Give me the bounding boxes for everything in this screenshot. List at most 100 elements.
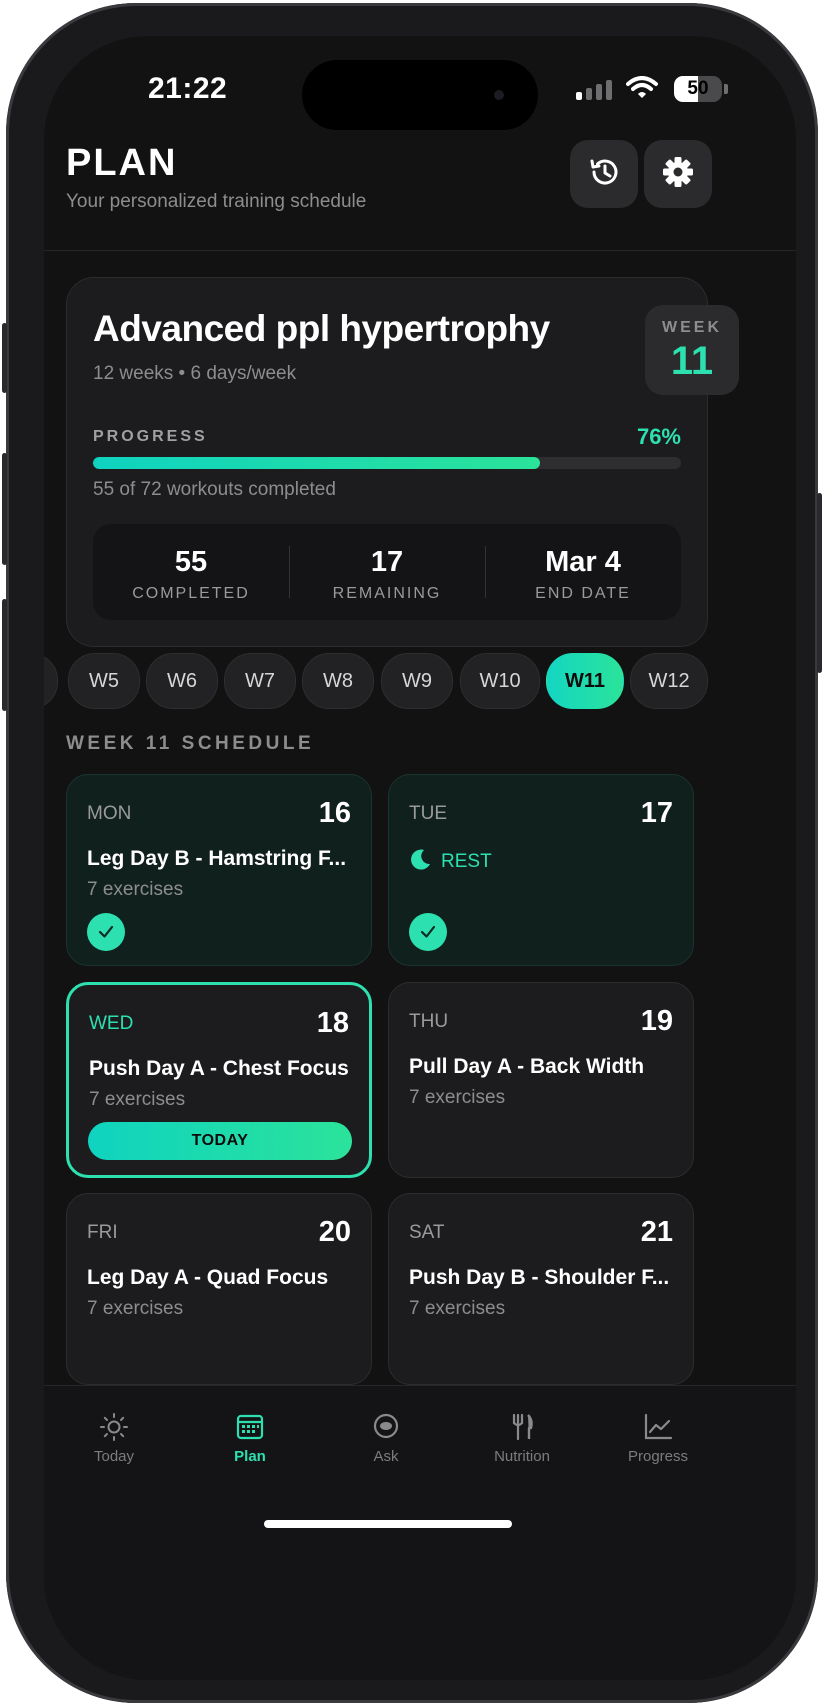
chat-icon	[326, 1410, 446, 1444]
week-chip-w8[interactable]: W8	[302, 653, 374, 709]
day-name: WED	[89, 1013, 134, 1034]
workout-name: Push Day B - Shoulder F...	[409, 1266, 670, 1289]
utensils-icon	[462, 1410, 582, 1444]
schedule-heading: WEEK 11 SCHEDULE	[66, 733, 315, 754]
stat-label: COMPLETED	[132, 585, 250, 602]
stat-remaining: 17 REMAINING	[289, 524, 485, 620]
history-button[interactable]	[570, 140, 638, 208]
tab-nutrition[interactable]: Nutrition	[462, 1410, 582, 1465]
week-chip-w9[interactable]: W9	[381, 653, 453, 709]
exercise-count: 7 exercises	[409, 1087, 506, 1108]
battery-level: 50	[687, 78, 709, 99]
battery-cap	[724, 84, 728, 94]
day-name: TUE	[409, 803, 447, 824]
day-date: 17	[640, 797, 673, 829]
day-card-sat[interactable]: SAT 21 Push Day B - Shoulder F... 7 exer…	[388, 1193, 694, 1385]
check-icon	[409, 913, 447, 951]
workout-name: Leg Day A - Quad Focus	[87, 1266, 329, 1289]
stat-completed: 55 COMPLETED	[93, 524, 289, 620]
today-button[interactable]: TODAY	[88, 1122, 352, 1160]
day-date: 18	[316, 1007, 349, 1039]
tab-label: Plan	[234, 1448, 266, 1465]
moon-icon	[409, 847, 433, 877]
volume-up-button	[2, 453, 7, 565]
mute-switch	[2, 323, 7, 393]
camera	[494, 90, 504, 100]
plan-meta: 12 weeks • 6 days/week	[93, 363, 297, 384]
week-chip-w11[interactable]: W11	[546, 653, 624, 709]
tab-label: Nutrition	[494, 1448, 550, 1465]
week-number: 11	[670, 339, 714, 383]
day-card-mon[interactable]: MON 16 Leg Day B - Hamstring F... 7 exer…	[66, 774, 372, 966]
progress-bar	[93, 457, 681, 469]
home-indicator[interactable]	[264, 1520, 512, 1528]
battery-icon: 50	[674, 76, 722, 102]
stat-label: END DATE	[535, 585, 631, 602]
sun-icon	[54, 1410, 174, 1444]
week-chip-w12[interactable]: W12	[630, 653, 708, 709]
phone-frame: 21:22 50 PLAN Your personalized training…	[2, 3, 822, 1703]
exercise-count: 7 exercises	[409, 1298, 506, 1319]
power-button	[817, 493, 822, 673]
tab-label: Progress	[627, 1448, 689, 1465]
day-name: THU	[409, 1011, 449, 1032]
stat-value: 55	[174, 546, 208, 578]
calendar-icon	[190, 1410, 310, 1444]
rest-indicator: REST	[409, 847, 492, 877]
chart-icon	[598, 1410, 718, 1444]
header-divider	[44, 250, 796, 251]
exercise-count: 7 exercises	[89, 1089, 186, 1110]
tab-today[interactable]: Today	[54, 1410, 174, 1465]
week-chip-w7[interactable]: W7	[224, 653, 296, 709]
stat-value: 17	[370, 546, 404, 578]
page-subtitle: Your personalized training schedule	[66, 191, 367, 212]
signal-icon	[576, 80, 612, 100]
exercise-count: 7 exercises	[87, 1298, 184, 1319]
day-card-wed[interactable]: WED 18 Push Day A - Chest Focus 7 exerci…	[66, 982, 372, 1178]
check-icon	[87, 913, 125, 951]
tab-progress[interactable]: Progress	[598, 1410, 718, 1465]
progress-percent: 76%	[636, 424, 681, 449]
week-selector[interactable]: W5 W6 W7 W8 W9 W10 W11 W12	[44, 653, 796, 709]
plan-card: Advanced ppl hypertrophy 12 weeks • 6 da…	[66, 277, 739, 647]
wifi-icon	[626, 76, 658, 105]
status-time: 21:22	[148, 72, 228, 105]
workout-name: Leg Day B - Hamstring F...	[87, 847, 347, 870]
day-date: 16	[318, 797, 351, 829]
day-card-tue[interactable]: TUE 17 REST	[388, 774, 694, 966]
week-chip-w10[interactable]: W10	[460, 653, 540, 709]
volume-down-button	[2, 599, 7, 711]
tab-plan[interactable]: Plan	[190, 1410, 310, 1465]
page-title: PLAN	[66, 142, 178, 184]
day-date: 20	[318, 1216, 351, 1248]
day-card-thu[interactable]: THU 19 Pull Day A - Back Width 7 exercis…	[388, 982, 694, 1178]
tab-label: Today	[93, 1448, 135, 1465]
progress-bar-fill	[93, 457, 540, 469]
tab-bar: Today Plan Ask Nutrition Progress	[44, 1385, 796, 1680]
progress-label: PROGRESS	[93, 428, 208, 445]
stat-end-date: Mar 4 END DATE	[485, 524, 681, 620]
plan-stats: 55 COMPLETED 17 REMAINING Mar 4 END DATE	[93, 524, 681, 620]
gear-icon	[661, 155, 695, 194]
plan-name: Advanced ppl hypertrophy	[93, 308, 550, 349]
day-name: FRI	[87, 1222, 118, 1243]
day-card-fri[interactable]: FRI 20 Leg Day A - Quad Focus 7 exercise…	[66, 1193, 372, 1385]
workout-name: Pull Day A - Back Width	[409, 1055, 645, 1078]
rest-label: REST	[441, 851, 492, 872]
day-date: 19	[640, 1005, 673, 1037]
week-chip-w5[interactable]: W5	[68, 653, 140, 709]
week-chip-w6[interactable]: W6	[146, 653, 218, 709]
day-name: SAT	[409, 1222, 445, 1243]
tab-ask[interactable]: Ask	[326, 1410, 446, 1465]
day-date: 21	[640, 1216, 673, 1248]
progress-note: 55 of 72 workouts completed	[93, 479, 336, 500]
current-week-badge: WEEK 11	[645, 305, 739, 395]
history-icon	[587, 155, 621, 194]
stat-value: Mar 4	[545, 546, 621, 578]
week-label: WEEK	[662, 319, 722, 336]
workout-name: Push Day A - Chest Focus	[89, 1057, 349, 1080]
stat-label: REMAINING	[332, 585, 442, 602]
week-chip-partial[interactable]	[44, 653, 58, 709]
settings-button[interactable]	[644, 140, 712, 208]
exercise-count: 7 exercises	[87, 879, 184, 900]
